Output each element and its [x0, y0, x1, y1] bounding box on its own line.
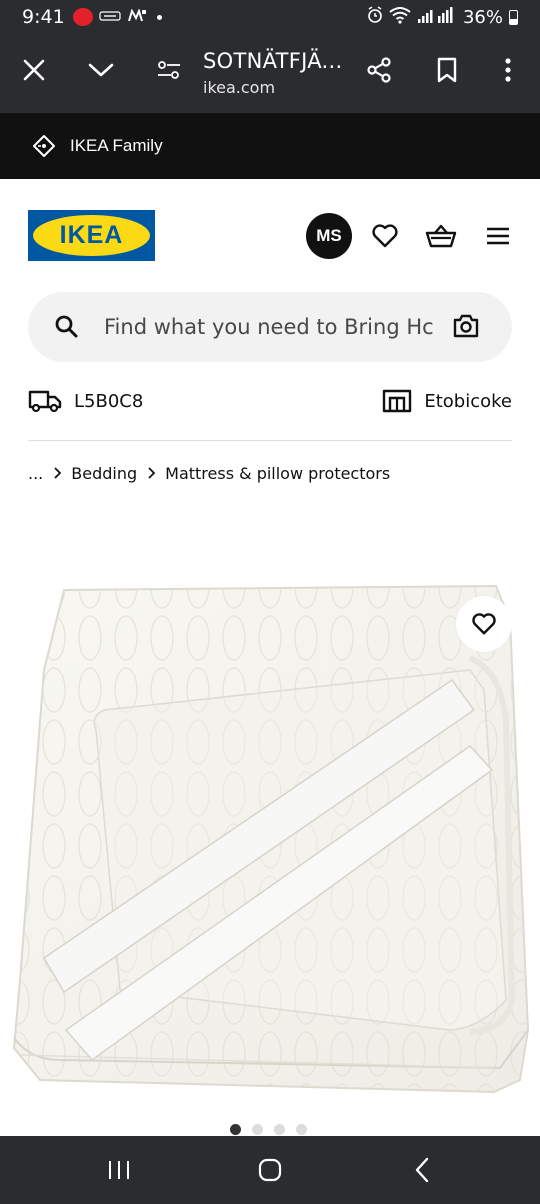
heart-icon: [372, 224, 398, 248]
hamburger-menu-icon: [487, 227, 509, 245]
postal-code-text: L5B0C8: [74, 390, 144, 412]
shopping-bag-icon: [425, 224, 457, 248]
page-url[interactable]: ikea.com: [203, 78, 275, 97]
chevron-down-icon: [88, 63, 114, 77]
page-title[interactable]: SOTNÄTFJÄ...: [203, 49, 343, 73]
breadcrumb-bedding-link[interactable]: Bedding: [71, 464, 137, 483]
alarm-icon: [367, 5, 383, 29]
notification-icons: [72, 7, 162, 26]
main-menu-button[interactable]: [482, 220, 514, 252]
header-divider: [28, 440, 512, 441]
delivery-truck-icon: [28, 390, 62, 413]
search-input[interactable]: [104, 312, 438, 342]
status-indicators: 36%: [367, 5, 518, 29]
back-icon: [415, 1157, 429, 1183]
mi-notification-icon: [127, 7, 147, 26]
more-options-button[interactable]: [490, 52, 526, 88]
tune-icon: [158, 61, 180, 79]
app-notification-icon: [72, 8, 93, 26]
share-icon: [367, 57, 391, 83]
ikea-logo[interactable]: IKEA: [28, 210, 155, 261]
chevron-right-icon: [147, 465, 156, 483]
browser-toolbar: SOTNÄTFJÄ... ikea.com: [0, 34, 540, 113]
share-button[interactable]: [361, 52, 397, 88]
gallery-pagination: [230, 1124, 307, 1135]
store-icon: [383, 389, 412, 413]
back-button[interactable]: [402, 1154, 442, 1186]
minimize-button[interactable]: [83, 52, 119, 88]
logo-oval: IKEA: [33, 215, 150, 256]
search-bar: [28, 292, 512, 362]
logo-text: IKEA: [59, 221, 124, 249]
ikea-family-banner[interactable]: IKEA Family: [0, 113, 540, 179]
people-notification-icon: [99, 10, 121, 25]
site-settings-button[interactable]: [151, 52, 187, 88]
recent-apps-icon: [109, 1161, 129, 1179]
store-name-text: Etobicoke: [424, 390, 512, 412]
close-tab-button[interactable]: [16, 52, 52, 88]
family-tag-icon: [33, 135, 55, 157]
gallery-dot[interactable]: [252, 1124, 263, 1135]
delivery-postal-code[interactable]: L5B0C8: [28, 388, 143, 414]
visual-search-camera-icon[interactable]: [452, 313, 480, 344]
search-icon[interactable]: [54, 314, 80, 345]
battery-icon: [509, 9, 518, 25]
location-row: L5B0C8 Etobicoke: [28, 388, 512, 418]
status-bar: 9:41 36%: [0, 0, 540, 34]
selected-store[interactable]: Etobicoke: [382, 388, 512, 414]
wifi-icon: [389, 6, 411, 29]
system-navigation-bar: [0, 1136, 540, 1204]
more-vert-icon: [505, 58, 511, 82]
gallery-dot[interactable]: [296, 1124, 307, 1135]
home-button[interactable]: [250, 1154, 290, 1186]
favourites-button[interactable]: [369, 220, 401, 252]
save-to-favourites-button[interactable]: [456, 596, 512, 652]
gallery-dot[interactable]: [274, 1124, 285, 1135]
battery-level: 36%: [462, 6, 503, 28]
breadcrumb-protectors-link[interactable]: Mattress & pillow protectors: [165, 464, 390, 483]
breadcrumb-ellipsis[interactable]: ...: [28, 464, 43, 483]
signal-icon: [417, 6, 457, 29]
chevron-right-icon: [53, 465, 62, 483]
account-avatar-button[interactable]: MS: [306, 213, 352, 259]
breadcrumb: ... Bedding Mattress & pillow protectors: [28, 464, 390, 483]
bookmark-icon: [437, 57, 457, 83]
shopping-bag-button[interactable]: [425, 220, 457, 252]
bookmark-button[interactable]: [429, 52, 465, 88]
ikea-family-label: IKEA Family: [70, 136, 163, 155]
gallery-dot[interactable]: [230, 1124, 241, 1135]
heart-icon: [472, 613, 496, 635]
status-time: 9:41: [22, 6, 65, 28]
close-icon: [23, 59, 45, 81]
home-icon: [258, 1158, 282, 1182]
recent-apps-button[interactable]: [99, 1154, 139, 1186]
product-image[interactable]: [0, 560, 540, 1120]
more-notifications-dot: [156, 14, 162, 20]
